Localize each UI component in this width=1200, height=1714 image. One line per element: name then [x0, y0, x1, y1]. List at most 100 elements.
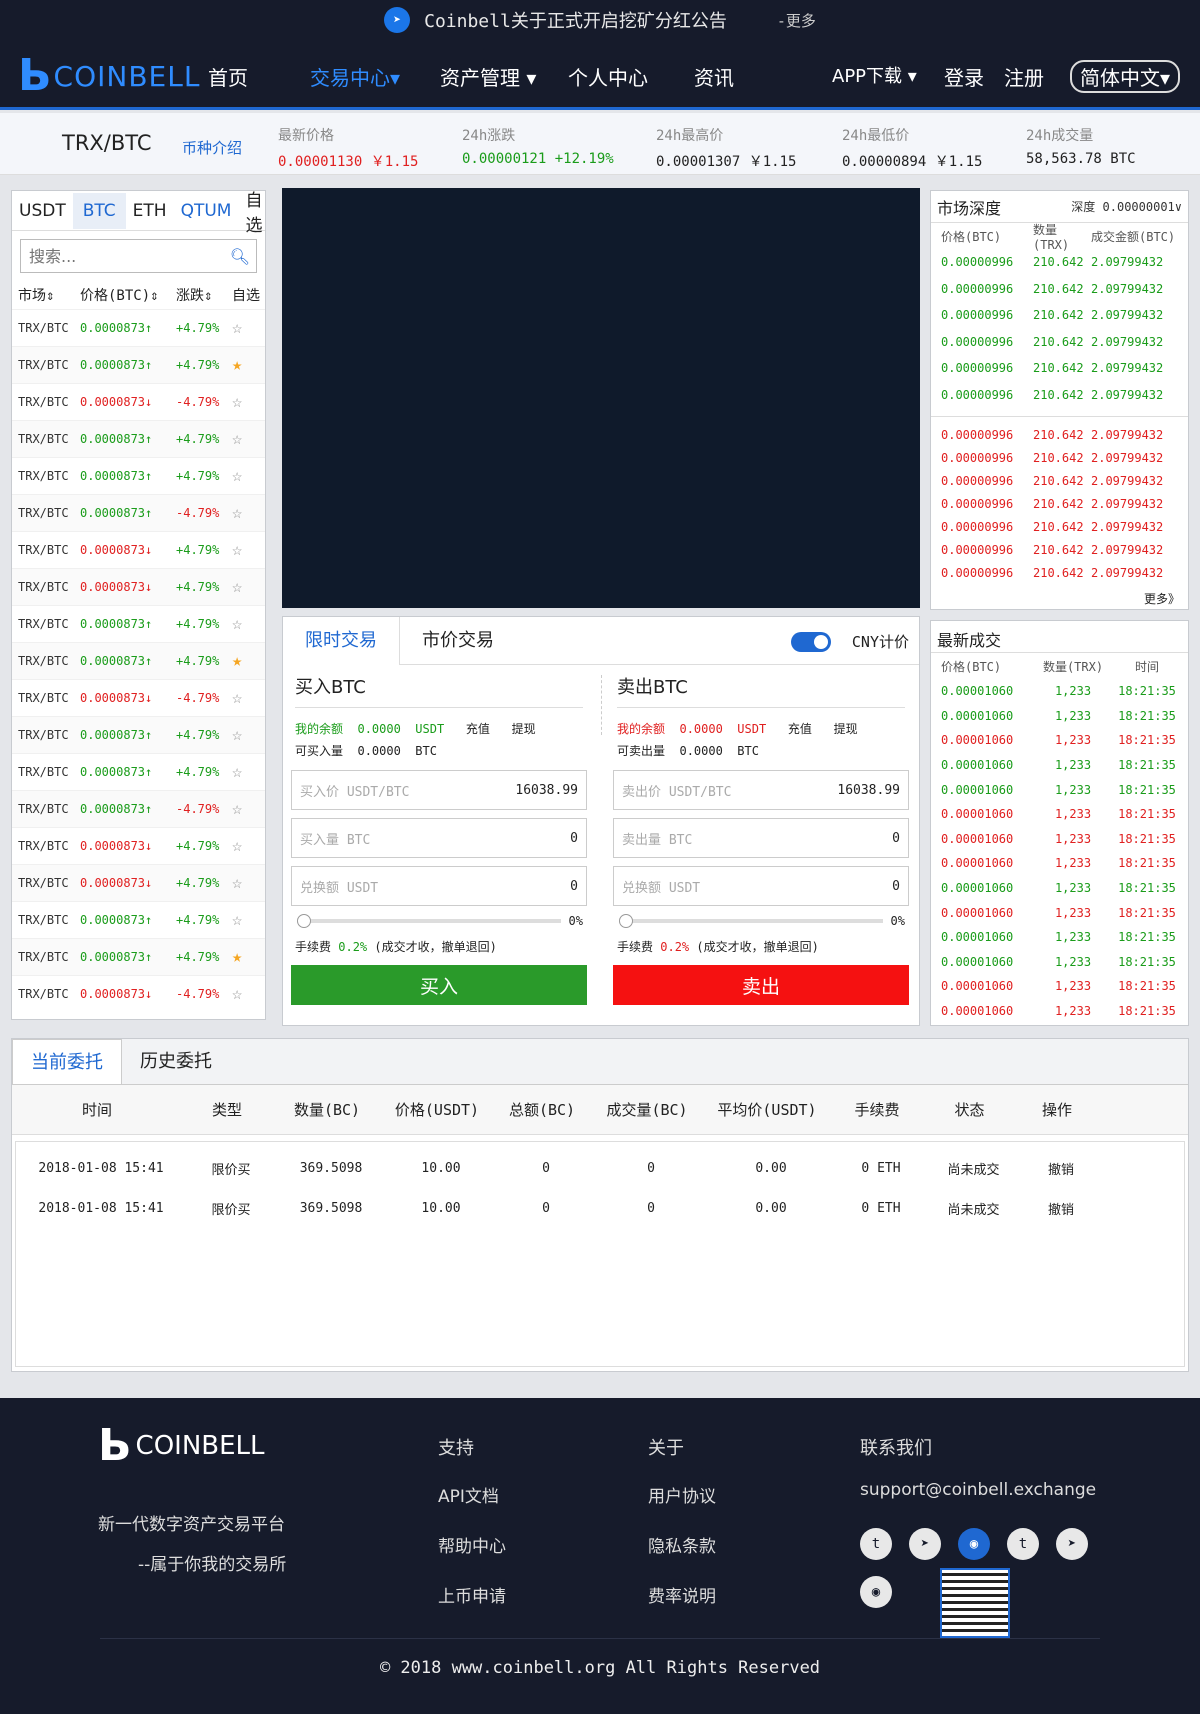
tab-eth[interactable]: ETH — [126, 201, 174, 221]
market-row[interactable]: TRX/BTC 0.0000873↑ +4.79% ☆ — [12, 605, 265, 642]
favorite-star-icon[interactable]: ☆ — [232, 836, 256, 856]
market-row[interactable]: TRX/BTC 0.0000873↑ +4.79% ☆ — [12, 457, 265, 494]
sort-change[interactable]: 涨跌⇕ — [176, 285, 232, 305]
favorite-star-icon[interactable]: ☆ — [232, 688, 256, 708]
favorite-star-icon[interactable]: ☆ — [232, 466, 256, 486]
favorite-star-icon[interactable]: ☆ — [232, 577, 256, 597]
favorite-star-icon[interactable]: ☆ — [232, 725, 256, 745]
market-row[interactable]: TRX/BTC 0.0000873↑ +4.79% ☆ — [12, 753, 265, 790]
market-row[interactable]: TRX/BTC 0.0000873↓ -4.79% ☆ — [12, 383, 265, 420]
footer-link-listing[interactable]: 上币申请 — [438, 1582, 506, 1607]
favorite-star-icon[interactable]: ☆ — [232, 799, 256, 819]
favorite-star-icon[interactable]: ★ — [232, 947, 256, 967]
sell-amount-input[interactable]: 卖出量 BTC 0 — [613, 818, 909, 858]
sell-price-input[interactable]: 卖出价 USDT/BTC 16038.99 — [613, 770, 909, 810]
coin-intro-link[interactable]: 币种介绍 — [182, 137, 242, 158]
favorite-star-icon[interactable]: ★ — [232, 355, 256, 375]
tab-btc[interactable]: BTC — [72, 192, 126, 229]
nav-news[interactable]: 资讯 — [694, 62, 734, 91]
footer-logo[interactable]: Ь COINBELL — [98, 1420, 265, 1471]
telegram-icon[interactable]: ➤ — [1056, 1528, 1088, 1560]
nav-register[interactable]: 注册 — [1004, 62, 1044, 91]
depth-row[interactable]: 0.00000996 210.642 2.09799432 — [931, 423, 1188, 446]
wechat-icon[interactable]: ◉ — [958, 1528, 990, 1560]
footer-email[interactable]: support@coinbell.exchange — [860, 1480, 1096, 1500]
nav-trading-center[interactable]: 交易中心▾ — [310, 62, 400, 91]
sell-percent-slider[interactable]: 0% — [617, 914, 905, 928]
search-input[interactable] — [21, 240, 256, 272]
nav-home[interactable]: 首页 — [208, 62, 248, 91]
sell-button[interactable]: 卖出 — [613, 965, 909, 1005]
favorite-star-icon[interactable]: ☆ — [232, 910, 256, 930]
favorite-star-icon[interactable]: ☆ — [232, 762, 256, 782]
market-row[interactable]: TRX/BTC 0.0000873↑ +4.79% ☆ — [12, 309, 265, 346]
tab-limit-order[interactable]: 限时交易 — [283, 616, 400, 665]
buy-deposit-link[interactable]: 充值 — [466, 722, 490, 736]
market-row[interactable]: TRX/BTC 0.0000873↑ +4.79% ☆ — [12, 901, 265, 938]
depth-row[interactable]: 0.00000996 210.642 2.09799432 — [931, 249, 1188, 276]
tab-qtum[interactable]: QTUM — [174, 201, 239, 221]
favorite-star-icon[interactable]: ★ — [232, 651, 256, 671]
footer-link-help[interactable]: 帮助中心 — [438, 1532, 506, 1557]
buy-price-input[interactable]: 买入价 USDT/BTC 16038.99 — [291, 770, 587, 810]
depth-row[interactable]: 0.00000996 210.642 2.09799432 — [931, 538, 1188, 561]
market-row[interactable]: TRX/BTC 0.0000873↓ +4.79% ☆ — [12, 531, 265, 568]
tab-market-order[interactable]: 市价交易 — [400, 617, 516, 665]
market-row[interactable]: TRX/BTC 0.0000873↑ +4.79% ☆ — [12, 420, 265, 457]
buy-percent-slider[interactable]: 0% — [295, 914, 583, 928]
tab-history-orders[interactable]: 历史委托 — [122, 1039, 230, 1084]
depth-row[interactable]: 0.00000996 210.642 2.09799432 — [931, 276, 1188, 303]
depth-row[interactable]: 0.00000996 210.642 2.09799432 — [931, 515, 1188, 538]
nav-login[interactable]: 登录 — [944, 62, 984, 91]
telegram-icon[interactable]: ➤ — [909, 1528, 941, 1560]
twitter-icon[interactable]: t — [860, 1528, 892, 1560]
market-row[interactable]: TRX/BTC 0.0000873↓ -4.79% ☆ — [12, 975, 265, 1012]
depth-more-link[interactable]: 更多》 — [931, 584, 1188, 613]
language-selector[interactable]: 简体中文▾ — [1070, 60, 1181, 93]
favorite-star-icon[interactable]: ☆ — [232, 318, 256, 338]
market-row[interactable]: TRX/BTC 0.0000873↑ +4.79% ★ — [12, 346, 265, 383]
depth-row[interactable]: 0.00000996 210.642 2.09799432 — [931, 329, 1188, 356]
depth-row[interactable]: 0.00000996 210.642 2.09799432 — [931, 561, 1188, 584]
buy-total-input[interactable]: 兑换额 USDT 0 — [291, 866, 587, 906]
market-row[interactable]: TRX/BTC 0.0000873↓ +4.79% ☆ — [12, 827, 265, 864]
coinbell-logo[interactable]: Ь COINBELL — [18, 54, 200, 98]
sell-total-input[interactable]: 兑换额 USDT 0 — [613, 866, 909, 906]
buy-button[interactable]: 买入 — [291, 965, 587, 1005]
favorite-star-icon[interactable]: ☆ — [232, 614, 256, 634]
depth-precision-select[interactable]: 深度 0.00000001∨ — [1071, 198, 1182, 215]
market-row[interactable]: TRX/BTC 0.0000873↑ +4.79% ★ — [12, 642, 265, 679]
depth-row[interactable]: 0.00000996 210.642 2.09799432 — [931, 492, 1188, 515]
sort-price[interactable]: 价格(BTC)⇕ — [80, 285, 176, 305]
footer-link-fees[interactable]: 费率说明 — [648, 1582, 716, 1607]
kline-chart-area[interactable] — [282, 188, 920, 608]
market-row[interactable]: TRX/BTC 0.0000873↑ -4.79% ☆ — [12, 494, 265, 531]
search-icon[interactable]: 🔍︎ — [230, 247, 250, 266]
tab-current-orders[interactable]: 当前委托 — [12, 1039, 122, 1084]
market-row[interactable]: TRX/BTC 0.0000873↓ -4.79% ☆ — [12, 679, 265, 716]
nav-app-download[interactable]: APP下载 ▾ — [832, 62, 917, 88]
sell-withdraw-link[interactable]: 提现 — [834, 722, 858, 736]
favorite-star-icon[interactable]: ☆ — [232, 503, 256, 523]
announcement-more-link[interactable]: -更多 — [777, 10, 816, 31]
buy-withdraw-link[interactable]: 提现 — [512, 722, 536, 736]
cancel-order-link[interactable]: 撤销 — [1021, 1199, 1101, 1218]
announcement-text[interactable]: Coinbell关于正式开启挖矿分红公告 — [424, 7, 727, 33]
favorite-star-icon[interactable]: ☆ — [232, 984, 256, 1004]
nav-personal-center[interactable]: 个人中心 — [568, 62, 648, 91]
twitter-icon[interactable]: t — [1007, 1528, 1039, 1560]
market-row[interactable]: TRX/BTC 0.0000873↑ -4.79% ☆ — [12, 790, 265, 827]
favorite-star-icon[interactable]: ☆ — [232, 392, 256, 412]
market-row[interactable]: TRX/BTC 0.0000873↓ +4.79% ☆ — [12, 864, 265, 901]
buy-amount-input[interactable]: 买入量 BTC 0 — [291, 818, 587, 858]
depth-row[interactable]: 0.00000996 210.642 2.09799432 — [931, 446, 1188, 469]
tab-usdt[interactable]: USDT — [12, 201, 73, 221]
market-row[interactable]: TRX/BTC 0.0000873↑ +4.79% ★ — [12, 938, 265, 975]
depth-row[interactable]: 0.00000996 210.642 2.09799432 — [931, 302, 1188, 329]
footer-link-privacy[interactable]: 隐私条款 — [648, 1532, 716, 1557]
favorite-star-icon[interactable]: ☆ — [232, 429, 256, 449]
footer-link-api[interactable]: API文档 — [438, 1482, 499, 1507]
depth-row[interactable]: 0.00000996 210.642 2.09799432 — [931, 382, 1188, 409]
wechat-icon[interactable]: ◉ — [860, 1576, 892, 1608]
sort-market[interactable]: 市场⇕ — [18, 285, 80, 305]
